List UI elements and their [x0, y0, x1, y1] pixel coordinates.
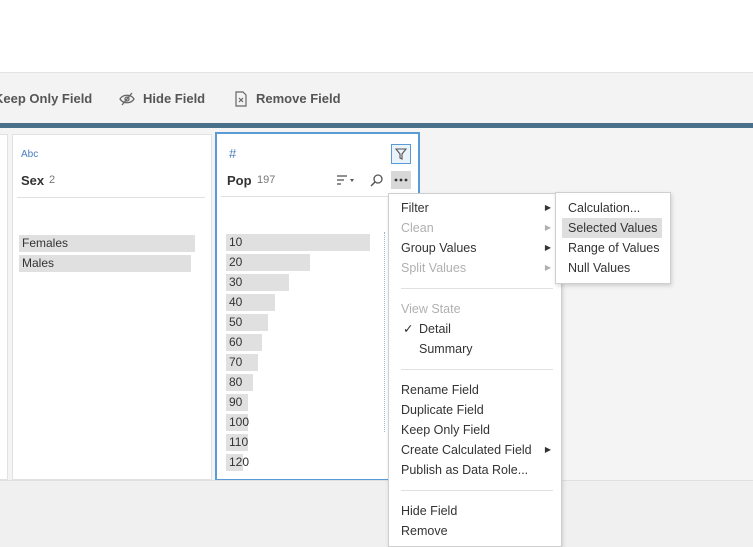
- value-label: Males: [22, 256, 55, 270]
- menu-separator: [401, 369, 553, 370]
- menu-item-keep-only-field[interactable]: Keep Only Field: [389, 420, 561, 440]
- menu-item-duplicate-field[interactable]: Duplicate Field: [389, 400, 561, 420]
- filter-icon[interactable]: [391, 144, 411, 164]
- profile-pane: Abc Sex 2 Females Males # Pop 197 10 20 …: [0, 128, 753, 481]
- submenu-item-null-values[interactable]: Null Values: [556, 258, 670, 278]
- menu-item-create-calculated-field[interactable]: Create Calculated Field ▶: [389, 440, 561, 460]
- value-label: 90: [229, 395, 243, 409]
- menu-item-filter[interactable]: Filter ▶: [389, 198, 561, 218]
- top-blank-area: [0, 0, 753, 72]
- field-toolbar: Keep Only Field Hide Field Remove Field: [0, 72, 753, 124]
- value-label: 10: [229, 235, 243, 249]
- submenu-item-calculation[interactable]: Calculation...: [556, 198, 670, 218]
- value-label: 100: [229, 415, 250, 429]
- submenu-item-selected-values[interactable]: Selected Values: [562, 218, 662, 238]
- eye-slash-icon: [119, 92, 135, 105]
- field-context-menu: Filter ▶ Clean ▶ Group Values ▶ Split Value…: [388, 193, 562, 547]
- value-label: 110: [229, 435, 249, 449]
- value-label: 20: [229, 255, 243, 269]
- string-type-icon: Abc: [21, 149, 39, 160]
- search-icon[interactable]: [368, 171, 386, 189]
- remove-document-icon: [235, 90, 247, 107]
- menu-item-remove[interactable]: Remove: [389, 521, 561, 541]
- more-options-icon[interactable]: [391, 171, 411, 189]
- bottom-panel: [0, 480, 753, 547]
- remove-field-button[interactable]: Remove Field: [234, 73, 341, 124]
- chevron-right-icon: ▶: [544, 243, 551, 252]
- menu-item-detail[interactable]: ✓ Detail: [389, 319, 561, 339]
- submenu-item-range-of-values[interactable]: Range of Values: [556, 238, 670, 258]
- field-count: 197: [257, 174, 276, 186]
- field-count: 2: [49, 174, 56, 186]
- chevron-right-icon: ▶: [544, 263, 551, 272]
- menu-item-rename-field[interactable]: Rename Field: [389, 380, 561, 400]
- menu-separator: [401, 288, 553, 289]
- value-label: 60: [229, 335, 243, 349]
- field-name: Pop: [227, 173, 252, 188]
- remove-field-label: Remove Field: [256, 91, 341, 106]
- menu-item-group-values[interactable]: Group Values ▶: [389, 238, 561, 258]
- hide-field-label: Hide Field: [143, 91, 206, 106]
- card-divider: [221, 196, 409, 197]
- value-label: 70: [229, 355, 243, 369]
- sort-icon[interactable]: [335, 171, 357, 189]
- menu-item-hide-field[interactable]: Hide Field: [389, 501, 561, 521]
- value-label: 80: [229, 375, 243, 389]
- chevron-right-icon: ▶: [544, 223, 551, 232]
- hide-field-button[interactable]: Hide Field: [119, 73, 205, 124]
- chevron-right-icon: ▶: [544, 445, 551, 454]
- keep-only-field-label: Keep Only Field: [0, 91, 93, 106]
- value-bar[interactable]: [226, 234, 370, 251]
- value-label: Females: [22, 236, 69, 250]
- field-name: Sex: [21, 173, 45, 188]
- menu-separator: [401, 490, 553, 491]
- menu-item-publish-data-role[interactable]: Publish as Data Role...: [389, 460, 561, 480]
- previous-field-card: [0, 134, 8, 480]
- check-icon: ✓: [403, 322, 414, 336]
- value-label: 40: [229, 295, 243, 309]
- value-label: 30: [229, 275, 243, 289]
- menu-item-summary[interactable]: Summary: [389, 339, 561, 359]
- menu-item-split-values: Split Values ▶: [389, 258, 561, 278]
- menu-header-view-state: View State: [401, 302, 461, 316]
- chevron-right-icon: ▶: [544, 203, 551, 212]
- number-type-icon: #: [229, 146, 237, 161]
- sex-field-card[interactable]: Abc Sex 2 Females Males: [12, 134, 212, 480]
- keep-only-field-button[interactable]: Keep Only Field: [0, 73, 92, 124]
- menu-item-clean: Clean ▶: [389, 218, 561, 238]
- card-divider: [17, 197, 205, 198]
- filter-submenu: Calculation... Selected Values Range of …: [555, 192, 671, 284]
- value-label: 120: [229, 455, 250, 469]
- value-label: 50: [229, 315, 243, 329]
